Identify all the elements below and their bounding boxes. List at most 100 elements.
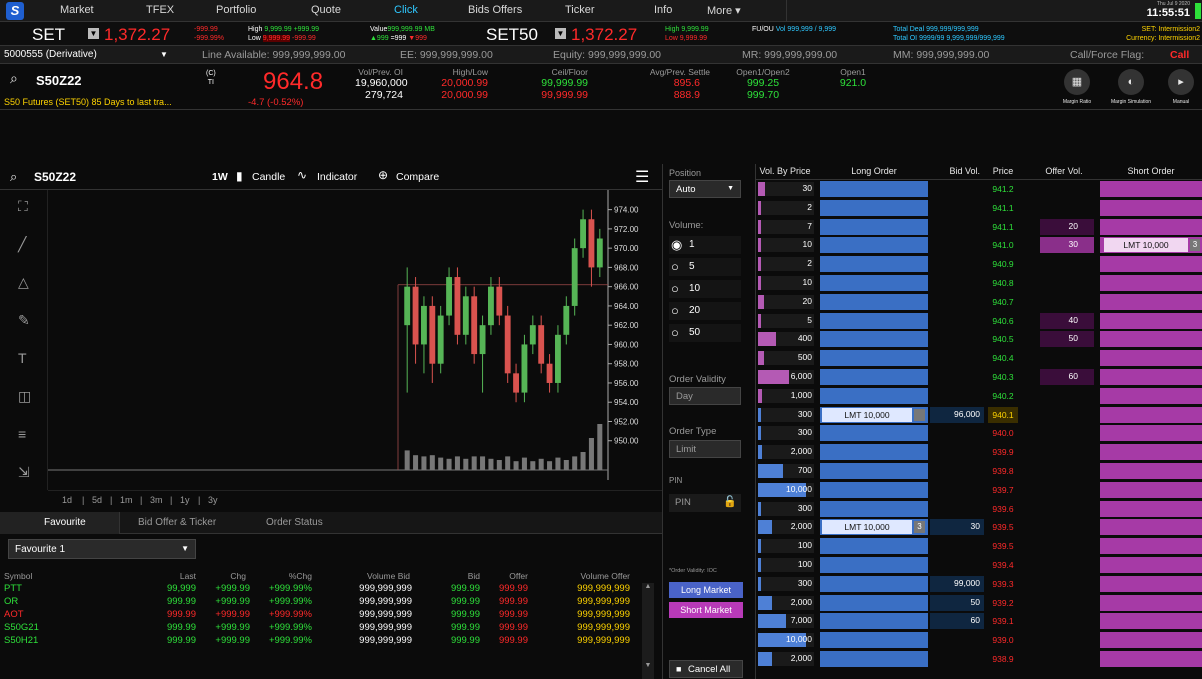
bid-vol-cell[interactable] [930,237,984,253]
bid-vol-cell[interactable] [930,463,984,479]
manual-icon[interactable]: ▸ [1168,69,1194,95]
nav-info[interactable]: Info [654,4,672,16]
bid-vol-cell[interactable] [930,219,984,235]
cancel-all-button[interactable]: ■ Cancel All [669,660,743,678]
short-order-cell[interactable] [1100,256,1202,273]
position-select[interactable]: Auto ▼ [669,180,741,198]
pending-long-order[interactable]: LMT 10,000 [822,520,912,535]
short-order-cell[interactable] [1100,613,1202,630]
price-level[interactable]: 939.2 [988,595,1018,611]
nav-ticker[interactable]: Ticker [565,4,595,16]
nav-quote[interactable]: Quote [311,4,341,16]
price-level[interactable]: 939.4 [988,557,1018,573]
radio-icon[interactable]: ○ [671,259,679,274]
period-selector[interactable]: 1W [212,171,228,183]
volume-option-10[interactable]: ○ 10 [669,280,741,298]
short-order-cell[interactable] [1100,350,1202,367]
nav-more[interactable]: More ▾ [707,4,741,17]
price-level[interactable]: 940.5 [988,331,1018,347]
volume-option-5[interactable]: ○ 5 [669,258,741,276]
offer-vol-cell[interactable] [1040,407,1094,423]
favourite-select[interactable]: Favourite 1 ▼ [8,539,196,559]
long-order-cell[interactable] [820,369,928,385]
account-selector[interactable]: 5000555 (Derivative) [4,49,97,60]
short-order-cell[interactable] [1100,199,1202,216]
hierarchy-icon[interactable]: ◫ [18,388,31,405]
long-order-cell[interactable] [820,218,928,235]
order-count-badge[interactable] [914,408,925,421]
price-level[interactable]: 941.1 [988,219,1018,235]
short-order-cell[interactable] [1100,312,1202,329]
nav-tfex[interactable]: TFEX [146,4,174,16]
bid-vol-cell[interactable] [930,501,984,517]
long-order-cell[interactable]: LMT 10,000 3 [820,519,928,536]
short-order-cell[interactable]: LMT 10,000 3 [1100,237,1202,254]
validity-select[interactable]: Day [669,387,741,405]
candle-icon[interactable]: ▮ [236,169,243,183]
long-order-cell[interactable] [820,463,928,479]
chart-symbol[interactable]: S50Z22 [34,170,76,184]
short-order-cell[interactable] [1100,575,1202,592]
short-order-cell[interactable] [1100,557,1202,573]
short-order-cell[interactable] [1100,651,1202,667]
margin-simulation-icon[interactable]: ◐ [1118,69,1144,95]
zoom-icon[interactable]: ⇲ [18,464,30,481]
short-order-cell[interactable] [1100,181,1202,197]
bid-vol-cell[interactable] [930,557,984,573]
nav-bids-offers[interactable]: Bids Offers [468,4,522,16]
bid-vol-cell[interactable]: 60 [930,613,984,630]
price-level[interactable]: 939.3 [988,576,1018,592]
long-order-cell[interactable] [820,275,928,291]
order-count-badge[interactable]: 3 [914,521,925,534]
offer-vol-cell[interactable] [1040,519,1094,535]
tab-favourite[interactable]: Favourite [44,517,86,528]
price-level[interactable]: 939.5 [988,538,1018,554]
favourite-symbol[interactable]: PTT [4,583,64,594]
short-order-cell[interactable] [1100,218,1202,235]
chart-menu-icon[interactable]: ☰ [635,167,649,187]
candle-button[interactable]: Candle [252,171,285,183]
bid-vol-cell[interactable]: 50 [930,594,984,611]
short-order-cell[interactable] [1100,594,1202,611]
price-level[interactable]: 940.9 [988,256,1018,272]
price-chart[interactable]: 974.00 972.00 970.00 968.00 966.00 964.00 962.… [48,190,662,490]
offer-vol-cell[interactable] [1040,482,1094,498]
volume-option-1[interactable]: ◉ 1 [669,236,741,254]
pin-input[interactable]: PIN 🔓 [669,494,741,512]
long-order-cell[interactable] [820,256,928,273]
long-order-cell[interactable] [820,594,928,611]
offer-vol-cell[interactable] [1040,595,1094,611]
bid-vol-cell[interactable] [930,388,984,404]
offer-vol-cell[interactable] [1040,444,1094,460]
bid-vol-cell[interactable] [930,632,984,648]
favourite-symbol[interactable]: S50H21 [4,635,64,646]
price-level[interactable]: 939.6 [988,501,1018,517]
trendline-icon[interactable]: ╱ [18,236,26,253]
offer-vol-cell[interactable] [1040,576,1094,592]
favourite-symbol[interactable]: S50G21 [4,622,64,633]
favourite-scrollbar[interactable]: ▲ ▼ [642,583,654,679]
long-order-cell[interactable] [820,613,928,630]
price-level[interactable]: 940.8 [988,275,1018,291]
bid-vol-cell[interactable] [930,350,984,366]
radio-icon[interactable]: ○ [671,281,679,296]
long-order-cell[interactable] [820,331,928,348]
offer-vol-cell[interactable] [1040,388,1094,404]
price-level[interactable]: 941.1 [988,200,1018,216]
price-level[interactable]: 939.7 [988,482,1018,498]
price-level[interactable]: 940.1 [988,406,1018,423]
offer-vol-cell[interactable] [1040,463,1094,479]
offer-vol-cell[interactable] [1040,350,1094,366]
offer-vol-cell[interactable] [1040,613,1094,629]
long-order-cell[interactable] [820,387,928,404]
price-level[interactable]: 940.6 [988,313,1018,329]
offer-vol-cell[interactable] [1040,538,1094,554]
short-order-cell[interactable] [1100,463,1202,479]
offer-vol-cell[interactable] [1040,632,1094,648]
crosshair-icon[interactable]: ⛶ [18,198,28,215]
long-order-cell[interactable] [820,181,928,197]
offer-vol-cell[interactable]: 30 [1040,237,1094,254]
compare-icon[interactable]: ⊕ [378,168,388,182]
price-level[interactable]: 940.0 [988,425,1018,441]
nav-portfolio[interactable]: Portfolio [216,4,256,16]
